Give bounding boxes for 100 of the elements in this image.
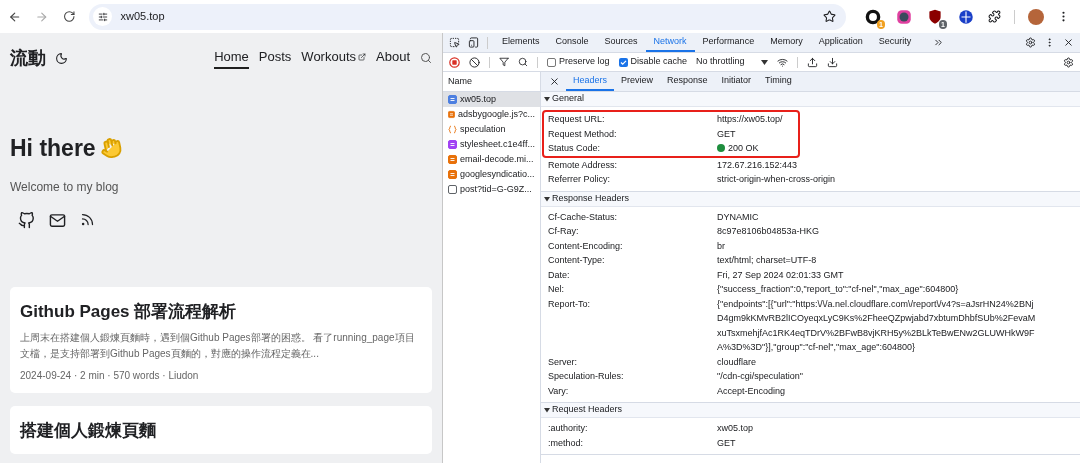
- header-name: Nel:: [548, 283, 565, 296]
- more-tabs-icon[interactable]: [933, 37, 945, 48]
- devtools-tab[interactable]: Application: [810, 33, 871, 52]
- header-name: :authority:: [548, 422, 589, 435]
- filter-icon[interactable]: [499, 57, 509, 67]
- avatar[interactable]: [1028, 8, 1044, 25]
- network-conditions-icon[interactable]: [776, 56, 788, 68]
- devtools-tab[interactable]: Network: [645, 33, 695, 52]
- hero-title: Hi there: [10, 134, 96, 163]
- request-row[interactable]: adsbygoogle.js?c...: [443, 107, 540, 122]
- devtools-tab[interactable]: Console: [547, 33, 597, 52]
- header-value: Fri, 27 Sep 2024 02:01:33 GMT: [717, 268, 845, 282]
- extensions-icon[interactable]: [988, 10, 1001, 23]
- rss-icon[interactable]: [80, 211, 95, 227]
- close-icon[interactable]: [549, 76, 560, 87]
- record-stop-icon[interactable]: [449, 56, 460, 68]
- address-bar[interactable]: xw05.top: [89, 3, 846, 30]
- site-info-button[interactable]: [93, 7, 113, 26]
- bookmark-star-icon[interactable]: [823, 10, 836, 23]
- search-icon[interactable]: [420, 52, 432, 64]
- request-row[interactable]: speculation: [443, 122, 540, 137]
- external-link-icon: [358, 53, 366, 61]
- detail-tab[interactable]: Response: [660, 72, 715, 91]
- header-value: "/cdn-cgi/speculation": [717, 370, 804, 383]
- devtools-tab[interactable]: Performance: [694, 33, 763, 52]
- checkbox-label: Disable cache: [630, 55, 688, 69]
- header-name: Request URL:: [548, 113, 606, 126]
- header-name: Speculation-Rules:: [548, 370, 625, 383]
- disclosure-triangle-icon: [544, 407, 550, 413]
- clear-icon[interactable]: [469, 56, 480, 68]
- post-title: 搭建個人鍛煉頁麵: [20, 420, 157, 442]
- header-name: Cf-Cache-Status:: [548, 210, 619, 224]
- header-name: Date:: [548, 268, 571, 282]
- header-value: 172.67.216.152:443: [717, 158, 799, 172]
- request-row[interactable]: stylesheet.c1e4ff...: [443, 137, 540, 152]
- import-icon[interactable]: [806, 56, 818, 68]
- header-value: https://xw05.top/: [717, 113, 784, 126]
- nav-link[interactable]: Home: [214, 47, 249, 69]
- nav-link[interactable]: About: [376, 47, 410, 69]
- post-title: Github Pages 部署流程解析: [20, 300, 238, 323]
- nav-link[interactable]: Workouts: [301, 47, 366, 69]
- detail-tab[interactable]: Timing: [758, 72, 799, 91]
- post-card[interactable]: Github Pages 部署流程解析 上周末在搭建個人鍛煉頁麵時，遇到個Github Pages部署的困惑。 看了running_page項目文檔，是支持部署到Github Pages頁麵的，對應的操作流程定義在... 2024-09-24 · 2 min · 570 words · Liudon: [10, 286, 432, 393]
- detail-tab[interactable]: Preview: [614, 72, 661, 91]
- devtools-tab[interactable]: Sources: [596, 33, 646, 52]
- devtools-tab[interactable]: Elements: [494, 33, 548, 52]
- github-icon[interactable]: [18, 211, 35, 229]
- request-row[interactable]: post?tid=G-G9Z...: [443, 182, 540, 197]
- checkbox[interactable]: [618, 57, 628, 67]
- inspect-icon[interactable]: [449, 37, 460, 48]
- stylesheet-file-icon: [448, 140, 457, 149]
- header-name: :method:: [548, 436, 585, 450]
- header-name: Status Code:: [548, 142, 602, 155]
- nav-link[interactable]: Posts: [258, 47, 292, 69]
- devtools-tab[interactable]: Memory: [762, 33, 811, 52]
- post-meta: 2024-09-24 · 2 min · 570 words · Liudon: [20, 369, 200, 383]
- back-icon[interactable]: [8, 9, 22, 24]
- header-value: cloudflare: [717, 355, 758, 369]
- header-name: Server:: [548, 355, 578, 369]
- export-icon[interactable]: [826, 56, 838, 68]
- header-value: strict-origin-when-cross-origin: [717, 173, 837, 186]
- network-settings-icon[interactable]: [1063, 56, 1074, 68]
- extension-icon[interactable]: [957, 7, 975, 26]
- section-header[interactable]: Request Headers: [541, 403, 1080, 418]
- hero-subtitle: Welcome to my blog: [10, 178, 120, 196]
- checkbox[interactable]: [547, 57, 556, 67]
- site-logo[interactable]: 流動: [10, 44, 46, 72]
- header-name: Vary:: [548, 384, 570, 398]
- header-name: Referrer Policy:: [548, 173, 611, 186]
- device-toolbar-icon[interactable]: [468, 37, 479, 48]
- settings-icon[interactable]: [1025, 37, 1036, 48]
- script-file-icon: [448, 110, 455, 119]
- throttling-dropdown[interactable]: No throttling: [696, 55, 768, 69]
- document-file-icon: [448, 95, 457, 104]
- caret-icon: [760, 59, 768, 65]
- braces-icon: [448, 125, 457, 134]
- request-row[interactable]: googlesyndicatio...: [443, 167, 540, 182]
- mail-icon[interactable]: [49, 211, 66, 229]
- header-name: Cf-Ray:: [548, 225, 580, 238]
- site-info-icon[interactable]: [98, 11, 108, 22]
- post-excerpt: 上周末在搭建個人鍛煉頁麵時，遇到個Github Pages部署的困惑。 看了running_page項目文檔，是支持部署到Github Pages頁麵的，對應的操作流程定義在...: [20, 331, 416, 361]
- header-name: Content-Type:: [548, 254, 606, 267]
- section-header[interactable]: General: [541, 92, 1080, 107]
- request-row[interactable]: email-decode.mi...: [443, 152, 540, 167]
- search-icon[interactable]: [518, 57, 528, 67]
- close-icon[interactable]: [1063, 37, 1074, 48]
- devtools-tab[interactable]: Security: [870, 33, 920, 52]
- extension-icon[interactable]: [895, 7, 913, 26]
- post-card[interactable]: 搭建個人鍛煉頁麵: [10, 406, 432, 454]
- url-text: xw05.top: [120, 9, 166, 25]
- detail-tab[interactable]: Initiator: [714, 72, 759, 91]
- checkbox-label: Preserve log: [559, 55, 610, 69]
- dark-mode-icon[interactable]: [55, 51, 68, 65]
- header-name: Content-Encoding:: [548, 239, 624, 253]
- header-name: Report-To:: [548, 297, 592, 311]
- extension-icon[interactable]: [864, 7, 882, 26]
- reload-icon[interactable]: [62, 10, 76, 23]
- header-name: Remote Address:: [548, 158, 619, 172]
- request-row[interactable]: xw05.top: [443, 92, 540, 107]
- extension-icon[interactable]: [926, 7, 944, 26]
